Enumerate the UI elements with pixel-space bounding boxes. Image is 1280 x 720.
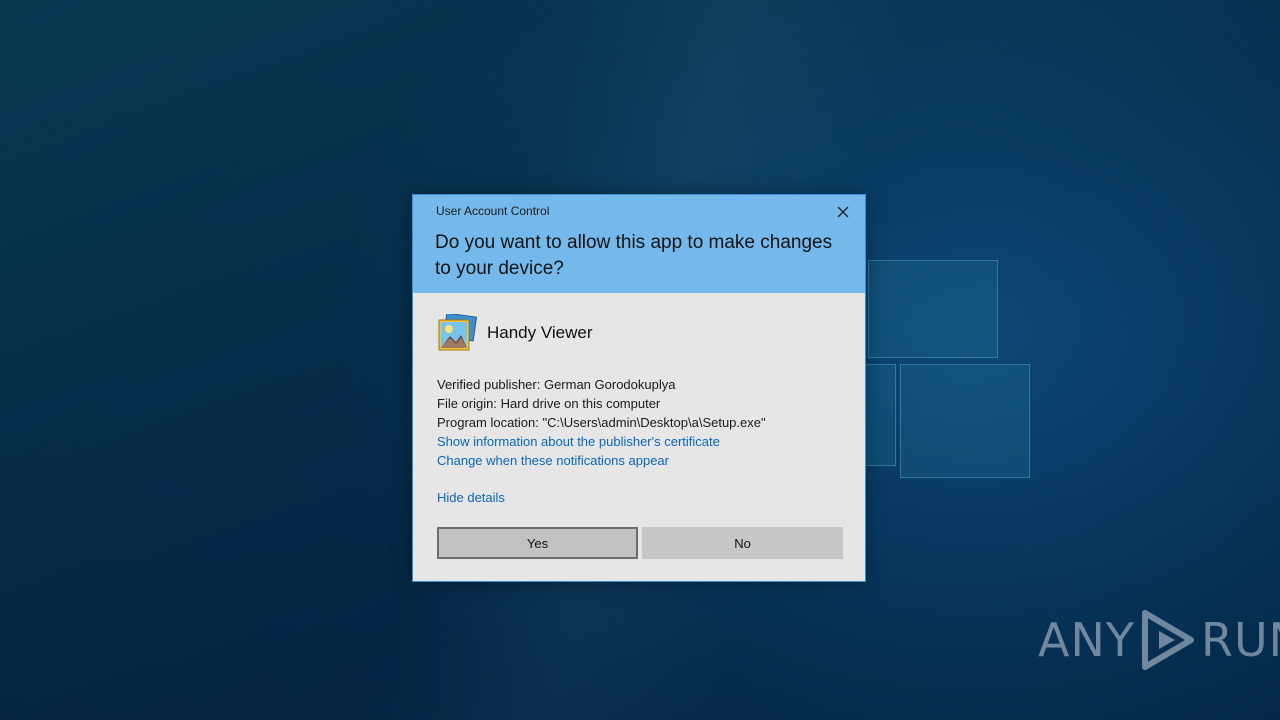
app-name: Handy Viewer	[487, 323, 593, 342]
app-row: Handy Viewer	[437, 313, 593, 353]
program-location: Program location: "C:\Users\admin\Deskto…	[437, 415, 766, 430]
dialog-header: User Account Control Do you want to allo…	[413, 195, 865, 293]
dialog-question: Do you want to allow this app to make ch…	[435, 232, 833, 279]
play-icon	[1141, 610, 1194, 670]
windows-logo-pane	[868, 260, 998, 358]
verified-publisher: Verified publisher: German Gorodokuplya	[437, 377, 676, 392]
dialog-caption: User Account Control	[436, 204, 550, 218]
file-origin: File origin: Hard drive on this computer	[437, 396, 661, 411]
notifications-link[interactable]: Change when these notifications appear	[437, 451, 766, 470]
uac-dialog: User Account Control Do you want to allo…	[412, 194, 866, 582]
watermark-text-right: RUN	[1200, 613, 1280, 667]
certificate-link[interactable]: Show information about the publisher's c…	[437, 432, 766, 451]
close-icon	[837, 206, 849, 218]
close-button[interactable]	[831, 201, 855, 223]
no-button[interactable]: No	[642, 527, 843, 559]
anyrun-watermark: ANY RUN	[1038, 608, 1280, 672]
details-section: Verified publisher: German Gorodokuplya …	[437, 375, 766, 470]
hide-details-link[interactable]: Hide details	[437, 490, 505, 505]
image-viewer-icon	[438, 314, 477, 351]
yes-button[interactable]: Yes	[437, 527, 638, 559]
windows-logo-pane	[900, 364, 1030, 478]
watermark-text-left: ANY	[1038, 613, 1135, 667]
